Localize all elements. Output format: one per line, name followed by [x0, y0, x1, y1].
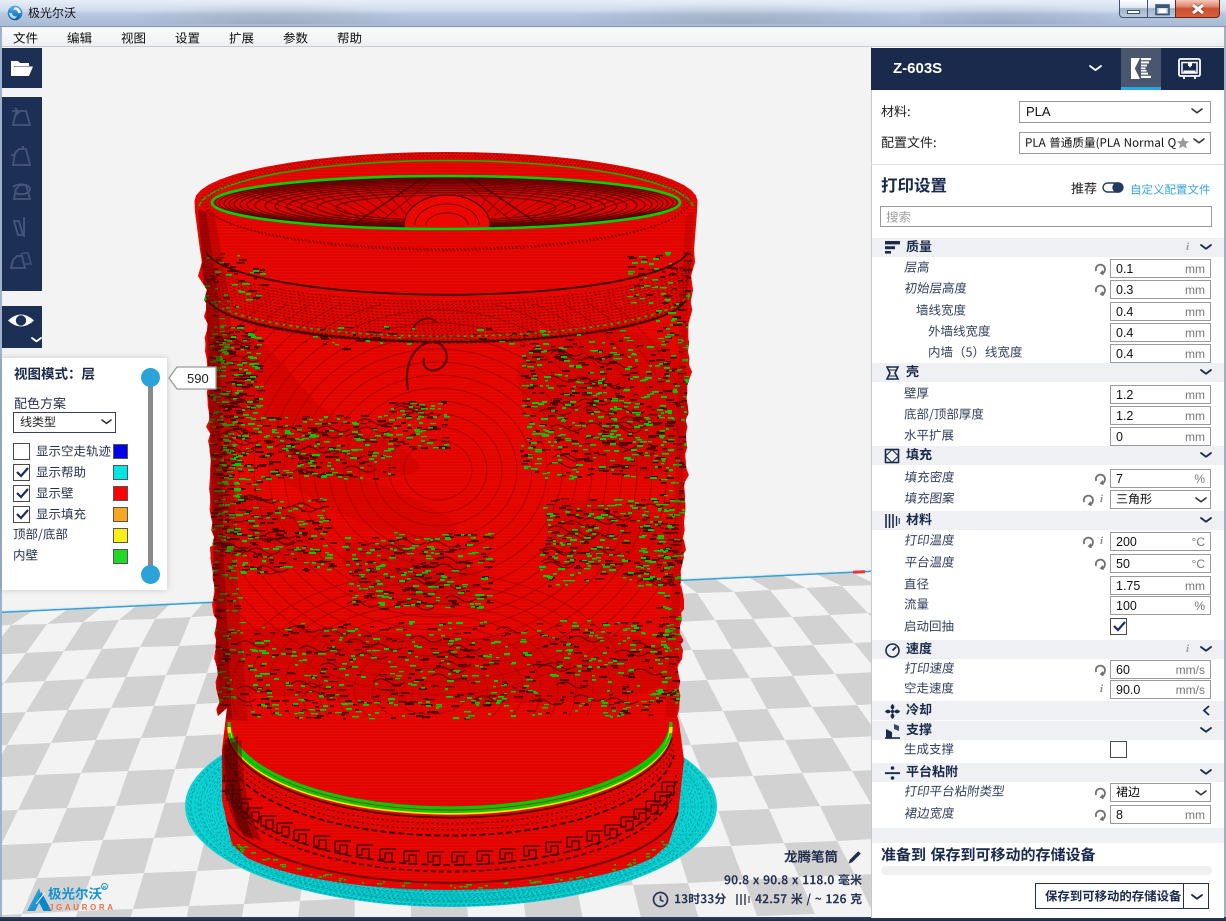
svg-text:590: 590	[187, 371, 209, 386]
